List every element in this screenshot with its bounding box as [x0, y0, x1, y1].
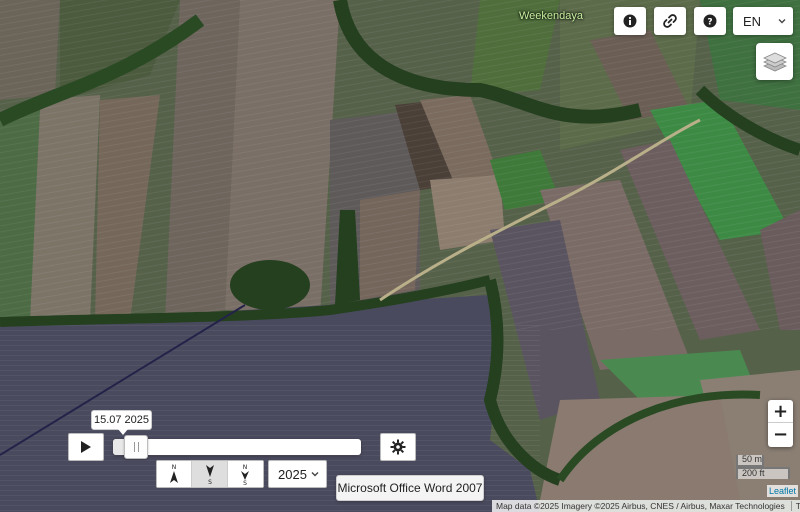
- chevron-down-icon: [778, 19, 786, 24]
- scale-imperial: 200 ft: [736, 467, 790, 479]
- map-attribution: Map data ©2025 Imagery ©2025 Airbus, CNE…: [492, 500, 800, 512]
- orientation-north-button[interactable]: N: [157, 461, 193, 487]
- play-icon: [81, 441, 91, 453]
- year-value: 2025: [278, 466, 307, 482]
- zoom-control: + −: [768, 400, 793, 447]
- gear-icon: [390, 439, 406, 455]
- chevron-down-icon: [311, 472, 319, 477]
- year-select[interactable]: 2025: [268, 460, 327, 488]
- share-link-button[interactable]: [654, 7, 686, 35]
- question-circle-icon: ?: [703, 14, 717, 28]
- info-circle-icon: [623, 14, 637, 28]
- zoom-in-button[interactable]: +: [768, 400, 793, 423]
- orientation-both-button[interactable]: N S: [227, 461, 264, 487]
- south-arrow-icon: S: [205, 465, 214, 486]
- orientation-south-bottom-label: S: [208, 479, 212, 486]
- hover-tooltip: Microsoft Office Word 2007: [336, 475, 484, 501]
- orientation-toggle: N S N S: [156, 460, 264, 488]
- language-value: EN: [743, 13, 762, 29]
- timeline-slider[interactable]: [113, 435, 361, 459]
- orientation-both-top-label: N: [243, 464, 248, 471]
- leaflet-link[interactable]: Leaflet: [767, 485, 799, 497]
- layers-button[interactable]: [756, 43, 793, 80]
- orientation-both-bottom-label: S: [243, 480, 247, 486]
- place-label: Weekendaya: [519, 10, 584, 22]
- orientation-south-button[interactable]: S: [192, 461, 228, 487]
- timeline-handle[interactable]: [124, 435, 148, 459]
- scale-metric: 50 m: [736, 455, 764, 467]
- orientation-north-top-label: N: [172, 464, 177, 471]
- north-south-arrow-icon: N S: [241, 464, 250, 486]
- zoom-out-button[interactable]: −: [768, 423, 793, 446]
- play-button[interactable]: [68, 433, 104, 461]
- attribution-text: Map data ©2025 Imagery ©2025 Airbus, CNE…: [496, 501, 785, 511]
- terms-link[interactable]: Terms: [790, 501, 800, 511]
- link-icon: [663, 14, 677, 28]
- info-button[interactable]: [614, 7, 646, 35]
- layers-icon: [762, 52, 787, 71]
- language-select[interactable]: EN: [733, 7, 793, 35]
- north-arrow-icon: N: [170, 464, 179, 483]
- help-button[interactable]: ?: [694, 7, 726, 35]
- current-date-tooltip: 15.07 2025: [91, 410, 152, 435]
- settings-button[interactable]: [380, 433, 416, 461]
- svg-text:?: ?: [707, 18, 712, 28]
